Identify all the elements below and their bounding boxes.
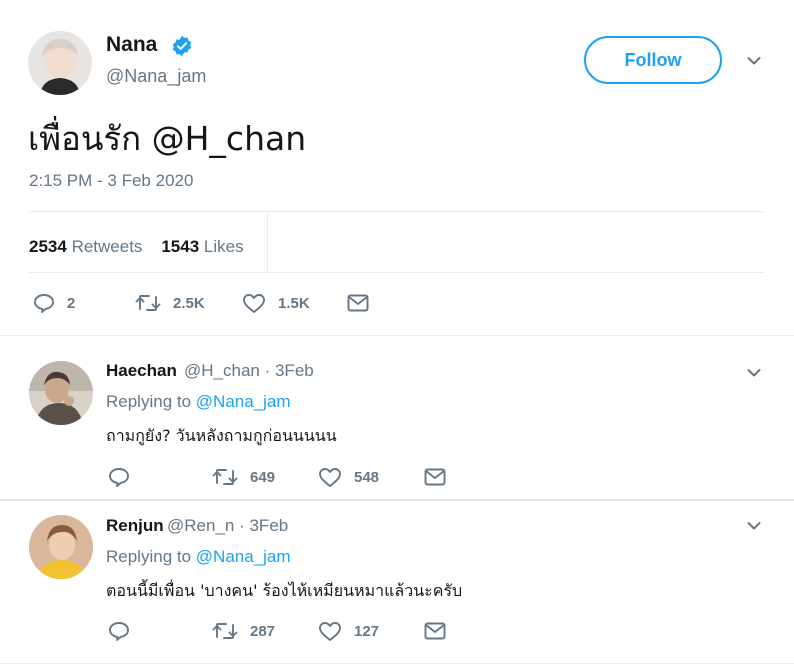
- follow-button[interactable]: Follow: [584, 36, 722, 84]
- envelope-icon: [347, 294, 369, 312]
- retweet-action[interactable]: 287: [212, 621, 275, 641]
- reply-avatar[interactable]: [29, 361, 93, 425]
- chevron-down-icon[interactable]: [747, 56, 761, 66]
- reply-count: 2: [67, 294, 76, 312]
- replying-mention[interactable]: @Nana_jam: [196, 547, 291, 566]
- retweet-action[interactable]: 649: [212, 467, 275, 487]
- tweet-stats: 2534 Retweets 1543 Likes: [29, 237, 244, 257]
- heart-icon: [319, 468, 341, 487]
- reply-action[interactable]: [108, 467, 130, 487]
- chevron-down-icon[interactable]: [747, 521, 761, 531]
- reply-author-handle[interactable]: @H_chan · 3Feb: [184, 361, 314, 381]
- author-name[interactable]: Nana: [106, 33, 157, 57]
- reply-action[interactable]: [108, 621, 130, 641]
- reply-author-name[interactable]: Haechan: [106, 361, 177, 381]
- author-avatar[interactable]: [28, 31, 92, 95]
- divider: [29, 272, 764, 273]
- reply-date[interactable]: · 3Feb: [265, 361, 314, 380]
- like-action[interactable]: 1.5K: [242, 293, 310, 314]
- reply-icon: [109, 622, 129, 641]
- likes-label[interactable]: Likes: [204, 237, 244, 256]
- reply-author-handle[interactable]: @Ren_n · 3Feb: [167, 516, 288, 536]
- retweet-count: 2.5K: [173, 294, 205, 312]
- replying-label: Replying to: [106, 547, 192, 566]
- retweet-icon: [212, 469, 238, 485]
- reply-icon: [109, 468, 129, 487]
- stats-divider: [267, 212, 268, 272]
- divider: [0, 663, 794, 664]
- tweet-text: เพื่อนรัก @H_chan: [28, 119, 307, 158]
- reply-date[interactable]: · 3Feb: [239, 516, 288, 535]
- replying-label: Replying to: [106, 392, 192, 411]
- retweet-action[interactable]: 2.5K: [135, 293, 205, 313]
- reply-text: ถามกูยัง? วันหลังถามกูก่อนนนนน: [106, 426, 337, 445]
- heart-icon: [319, 622, 341, 641]
- like-count: 548: [354, 469, 380, 486]
- divider: [0, 499, 794, 501]
- reply-handle[interactable]: @Ren_n: [167, 516, 234, 535]
- direct-message-action[interactable]: [424, 622, 446, 640]
- envelope-icon: [424, 468, 446, 486]
- chevron-down-icon[interactable]: [747, 368, 761, 378]
- author-handle[interactable]: @Nana_jam: [106, 66, 206, 87]
- divider: [29, 211, 764, 212]
- envelope-icon: [424, 622, 446, 640]
- verified-badge-icon: [172, 35, 192, 57]
- retweets-label[interactable]: Retweets: [72, 237, 143, 256]
- like-action[interactable]: 548: [318, 467, 379, 488]
- replying-to: Replying to @Nana_jam: [106, 547, 291, 567]
- heart-icon: [243, 294, 265, 313]
- retweet-count: 287: [250, 622, 276, 640]
- direct-message-action[interactable]: [424, 468, 446, 486]
- likes-count[interactable]: 1543: [161, 237, 199, 256]
- replying-mention[interactable]: @Nana_jam: [196, 392, 291, 411]
- retweet-count: 649: [250, 468, 276, 486]
- like-action[interactable]: 127: [318, 621, 379, 642]
- direct-message-action[interactable]: [347, 294, 369, 312]
- retweet-icon: [135, 295, 161, 311]
- reply-action[interactable]: 2: [33, 293, 75, 313]
- retweet-icon: [212, 623, 238, 639]
- reply-avatar[interactable]: [29, 515, 93, 579]
- tweet-timestamp[interactable]: 2:15 PM - 3 Feb 2020: [29, 171, 193, 191]
- reply-text: ตอนนี้มีเพื่อน 'บางคน' ร้องไห้เหมียนหมาแ…: [106, 581, 463, 600]
- reply-handle[interactable]: @H_chan: [184, 361, 260, 380]
- retweets-count[interactable]: 2534: [29, 237, 67, 256]
- reply-author-name[interactable]: Renjun: [106, 516, 164, 536]
- like-count: 127: [354, 623, 380, 640]
- replying-to: Replying to @Nana_jam: [106, 392, 291, 412]
- reply-icon: [34, 294, 54, 313]
- like-count: 1.5K: [278, 295, 310, 312]
- divider: [0, 335, 794, 336]
